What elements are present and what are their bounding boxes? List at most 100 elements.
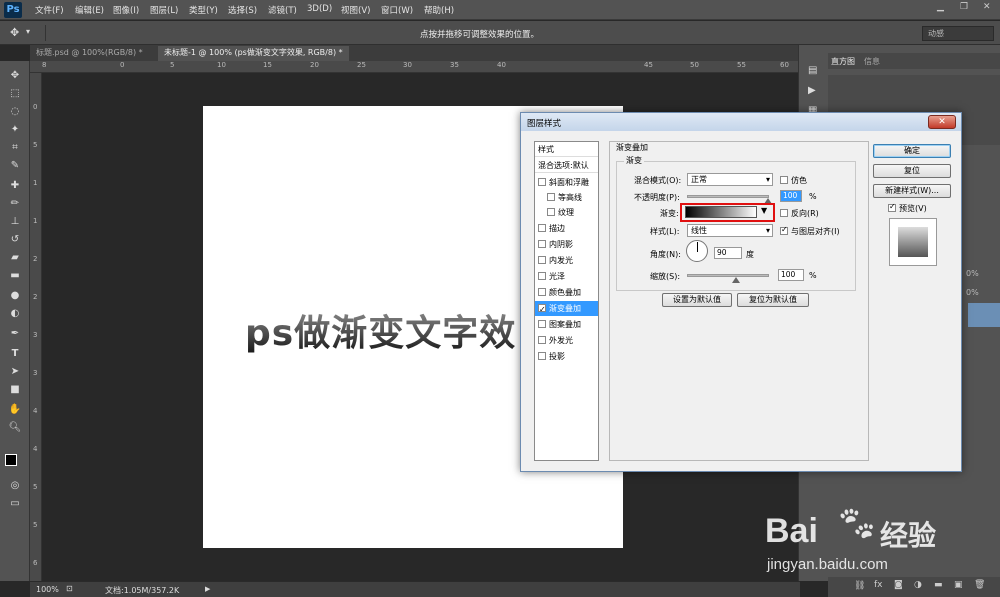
blend-mode-select[interactable]: 正常 bbox=[687, 173, 773, 186]
tab-info[interactable]: 信息 bbox=[864, 56, 880, 67]
dither-checkbox[interactable] bbox=[780, 176, 788, 184]
scale-slider-thumb[interactable] bbox=[732, 277, 740, 283]
satin-checkbox[interactable] bbox=[538, 272, 546, 280]
gradient-overlay-checkbox[interactable] bbox=[538, 302, 546, 317]
close-window-icon[interactable]: ✕ bbox=[983, 2, 991, 12]
menu-view[interactable]: 视图(V) bbox=[341, 4, 370, 16]
foreground-color-swatch[interactable] bbox=[5, 454, 17, 466]
reverse-checkbox[interactable] bbox=[780, 209, 788, 217]
style-item-drop-shadow[interactable]: 投影 bbox=[535, 349, 598, 364]
healing-brush-icon[interactable]: ✚ bbox=[8, 179, 22, 193]
reverse-option[interactable]: 反向(R) bbox=[780, 208, 819, 219]
contour-checkbox[interactable] bbox=[547, 193, 555, 201]
hand-tool-icon[interactable]: ✋ bbox=[8, 403, 22, 417]
dither-option[interactable]: 仿色 bbox=[780, 175, 807, 186]
menu-filter[interactable]: 滤镜(T) bbox=[268, 4, 297, 16]
menu-file[interactable]: 文件(F) bbox=[35, 4, 64, 16]
make-default-button[interactable]: 设置为默认值 bbox=[662, 293, 732, 307]
menu-select[interactable]: 选择(S) bbox=[228, 4, 257, 16]
restore-icon[interactable]: ❐ bbox=[960, 2, 968, 12]
play-action-icon[interactable]: ▶ bbox=[808, 85, 816, 96]
brush-tool-icon[interactable]: ✏ bbox=[8, 197, 22, 211]
gradient-style-select[interactable]: 线性 bbox=[687, 224, 773, 237]
gradient-tool-icon[interactable]: ▬ bbox=[8, 269, 22, 283]
tool-preset-chevron-icon[interactable]: ▾ bbox=[26, 27, 30, 36]
inner-glow-checkbox[interactable] bbox=[538, 256, 546, 264]
gradient-swatch[interactable] bbox=[685, 206, 757, 218]
reset-default-button[interactable]: 复位为默认值 bbox=[737, 293, 809, 307]
clone-stamp-icon[interactable]: ⊥ bbox=[8, 215, 22, 229]
style-item-inner-shadow[interactable]: 内阴影 bbox=[535, 237, 598, 252]
align-checkbox[interactable] bbox=[780, 225, 788, 235]
selected-layer-row[interactable] bbox=[968, 303, 1000, 327]
align-option[interactable]: 与图层对齐(I) bbox=[780, 225, 840, 237]
style-item-contour[interactable]: 等高线 bbox=[535, 190, 598, 205]
shape-tool-icon[interactable]: ■ bbox=[8, 383, 22, 397]
scale-input[interactable]: 100 bbox=[778, 269, 804, 281]
style-item-satin[interactable]: 光泽 bbox=[535, 269, 598, 284]
zoom-tool-icon[interactable]: 🔍︎ bbox=[8, 421, 22, 435]
scale-slider[interactable] bbox=[687, 274, 769, 277]
menu-type[interactable]: 类型(Y) bbox=[189, 4, 218, 16]
history-brush-icon[interactable]: ↺ bbox=[8, 233, 22, 247]
share-icon[interactable]: ⊡ bbox=[66, 584, 73, 593]
new-style-button[interactable]: 新建样式(W)... bbox=[873, 184, 951, 198]
menu-window[interactable]: 窗口(W) bbox=[381, 4, 413, 16]
blending-options-item[interactable]: 混合选项:默认 bbox=[535, 158, 598, 173]
zoom-level[interactable]: 100% bbox=[36, 585, 59, 594]
screen-mode-icon[interactable]: ▭ bbox=[8, 497, 22, 511]
style-item-inner-glow[interactable]: 内发光 bbox=[535, 253, 598, 268]
ok-button[interactable]: 确定 bbox=[873, 144, 951, 158]
eraser-icon[interactable]: ▰ bbox=[8, 251, 22, 265]
texture-checkbox[interactable] bbox=[547, 208, 555, 216]
opacity-slider[interactable] bbox=[687, 195, 769, 198]
menu-edit[interactable]: 编辑(E) bbox=[75, 4, 104, 16]
menu-3d[interactable]: 3D(D) bbox=[307, 4, 332, 14]
bevel-checkbox[interactable] bbox=[538, 178, 546, 186]
menu-help[interactable]: 帮助(H) bbox=[424, 4, 454, 16]
stroke-checkbox[interactable] bbox=[538, 224, 546, 232]
drop-shadow-checkbox[interactable] bbox=[538, 352, 546, 360]
status-arrow-icon[interactable]: ▶ bbox=[205, 585, 210, 593]
menu-image[interactable]: 图像(I) bbox=[113, 4, 139, 16]
outer-glow-checkbox[interactable] bbox=[538, 336, 546, 344]
menu-layer[interactable]: 图层(L) bbox=[150, 4, 178, 16]
blur-tool-icon[interactable]: ● bbox=[8, 289, 22, 303]
style-item-color-overlay[interactable]: 颜色叠加 bbox=[535, 285, 598, 300]
pen-tool-icon[interactable]: ✒ bbox=[8, 327, 22, 341]
dialog-close-button[interactable]: ✕ bbox=[928, 115, 956, 129]
tab-histogram[interactable]: 直方图 bbox=[831, 56, 855, 67]
magic-wand-icon[interactable]: ✦ bbox=[8, 123, 22, 137]
opacity-input[interactable]: 100 bbox=[780, 190, 802, 202]
move-tool-icon[interactable]: ✥ bbox=[10, 26, 19, 39]
style-item-outer-glow[interactable]: 外发光 bbox=[535, 333, 598, 348]
dialog-titlebar[interactable]: 图层样式 ✕ bbox=[521, 113, 961, 131]
style-item-gradient-overlay[interactable]: 渐变叠加 bbox=[535, 301, 598, 317]
panel-opacity-value[interactable]: 0% bbox=[966, 269, 979, 278]
eyedropper-icon[interactable]: ✎ bbox=[8, 159, 22, 173]
style-item-pattern-overlay[interactable]: 图案叠加 bbox=[535, 317, 598, 332]
lasso-tool-icon[interactable]: ◌ bbox=[8, 105, 22, 119]
inner-shadow-checkbox[interactable] bbox=[538, 240, 546, 248]
crop-tool-icon[interactable]: ⌗ bbox=[8, 141, 22, 155]
pattern-overlay-checkbox[interactable] bbox=[538, 320, 546, 328]
workspace-select[interactable]: 动感 bbox=[922, 26, 994, 41]
tab-document-1[interactable]: 标题.psd @ 100%(RGB/8) * bbox=[30, 46, 149, 61]
preview-option[interactable]: 预览(V) bbox=[888, 202, 927, 214]
type-tool-icon[interactable]: T bbox=[8, 347, 22, 361]
reset-button[interactable]: 复位 bbox=[873, 164, 951, 178]
minimize-icon[interactable]: ▁ bbox=[937, 2, 944, 12]
angle-input[interactable]: 90 bbox=[714, 247, 742, 259]
quick-mask-icon[interactable]: ◎ bbox=[8, 479, 22, 493]
canvas-gradient-text[interactable]: ps做渐变文字效 bbox=[245, 304, 516, 356]
style-item-stroke[interactable]: 描边 bbox=[535, 221, 598, 236]
color-overlay-checkbox[interactable] bbox=[538, 288, 546, 296]
move-tool-icon[interactable]: ✥ bbox=[8, 69, 22, 83]
tab-document-2[interactable]: 未标题-1 @ 100% (ps做渐变文字效果, RGB/8) * bbox=[158, 46, 349, 61]
style-item-texture[interactable]: 纹理 bbox=[535, 205, 598, 220]
panel-fill-value[interactable]: 0% bbox=[966, 288, 979, 297]
dodge-tool-icon[interactable]: ◐ bbox=[8, 307, 22, 321]
style-item-bevel[interactable]: 斜面和浮雕 bbox=[535, 175, 598, 190]
preview-checkbox[interactable] bbox=[888, 202, 896, 212]
angle-dial[interactable] bbox=[686, 240, 708, 262]
